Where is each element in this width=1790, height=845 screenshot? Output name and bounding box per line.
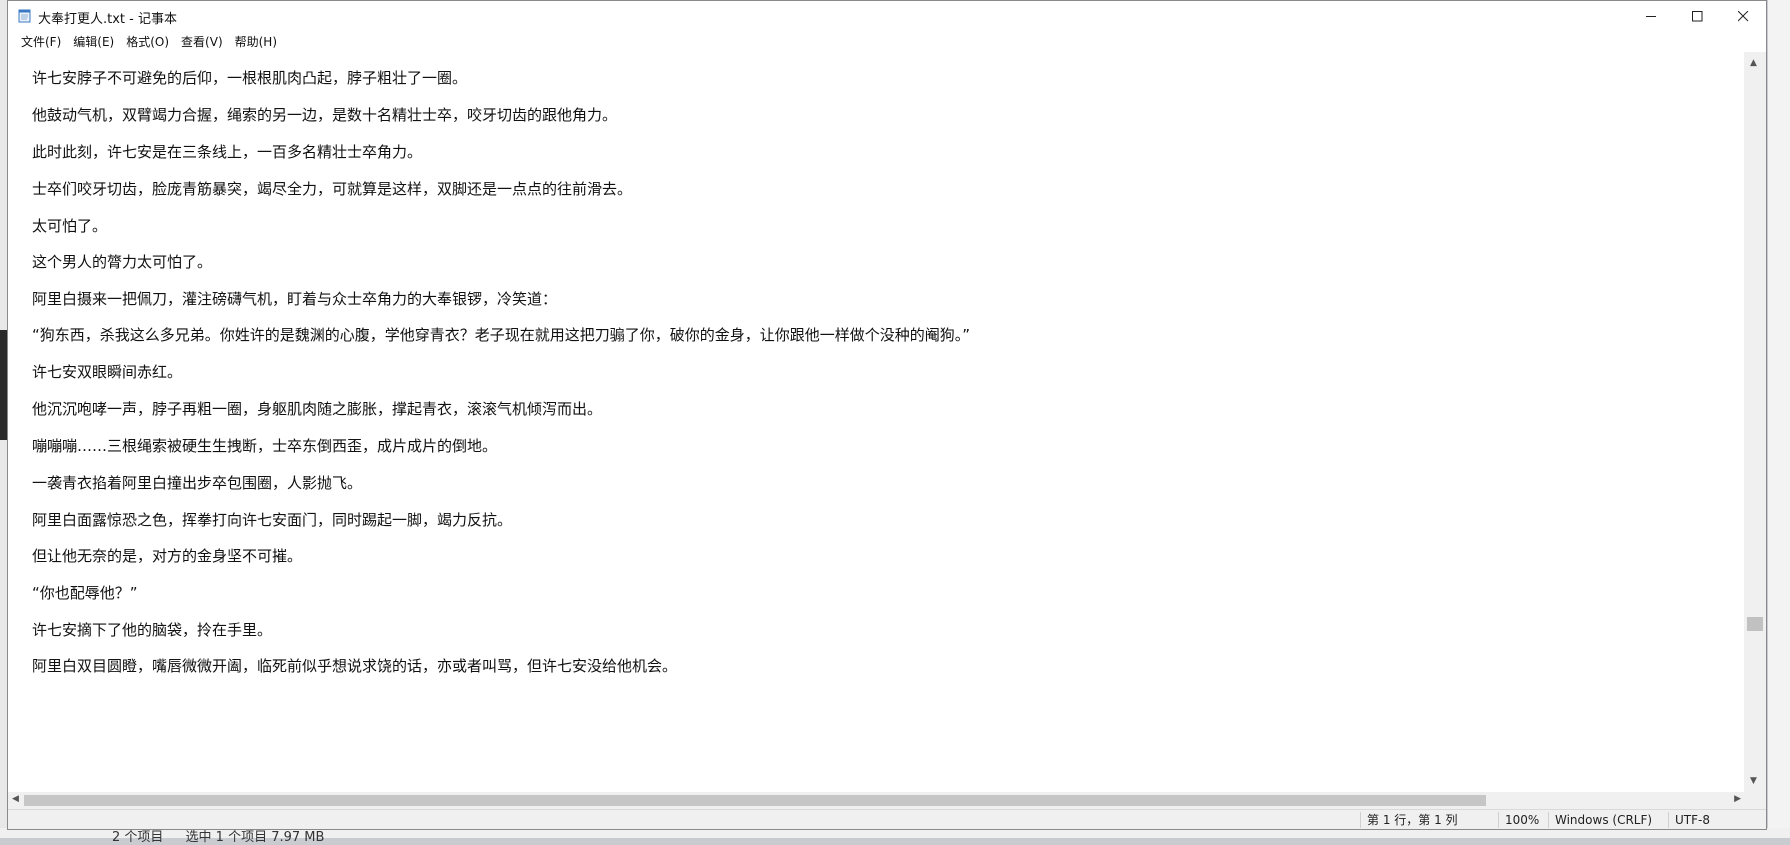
horizontal-scroll-thumb[interactable] [24,795,1486,806]
text-line: 阿里白摄来一把佩刀，灌注磅礴气机，盯着与众士卒角力的大奉银锣，冷笑道： [32,290,558,308]
menu-help[interactable]: 帮助(H) [229,32,283,51]
text-line: 士卒们咬牙切齿，脸庞青筋暴突，竭尽全力，可就算是这样，双脚还是一点点的往前滑去。 [32,180,633,198]
notepad-window: 大奉打更人.txt - 记事本 文件(F) 编辑(E) 格式(O) 查看(V) … [7,0,1767,830]
scrollbar-corner [1744,792,1766,809]
scroll-left-icon[interactable]: ◀ [12,794,19,804]
desktop-background-right [1768,0,1790,838]
status-cursor-position: 第 1 行，第 1 列 [1360,812,1458,828]
text-line: 这个男人的膂力太可怕了。 [32,253,213,271]
text-line: 阿里白双目圆瞪，嘴唇微微开阖，临死前似乎想说求饶的话，亦或者叫骂，但许七安没给他… [32,657,678,675]
vertical-scrollbar[interactable]: ▲ ▼ [1744,52,1766,792]
menu-view[interactable]: 查看(V) [175,32,229,51]
text-line: 许七安双眼瞬间赤红。 [32,363,183,381]
text-line: 他沉沉咆哮一声，脖子再粗一圈，身躯肌肉随之膨胀，撑起青衣，滚滚气机倾泻而出。 [32,400,603,418]
minimize-button[interactable] [1628,1,1674,32]
status-zoom: 100% [1498,812,1539,828]
text-line: 许七安摘下了他的脑袋，拎在手里。 [32,621,273,639]
text-line: “狗东西，杀我这么多兄弟。你姓许的是魏渊的心腹，学他穿青衣？老子现在就用这把刀骟… [32,326,971,344]
text-editor[interactable]: 许七安脖子不可避免的后仰，一根根肌肉凸起，脖子粗壮了一圈。 他鼓动气机，双臂竭力… [8,52,1745,792]
vertical-scroll-thumb[interactable] [1747,617,1763,631]
menu-edit[interactable]: 编辑(E) [67,32,120,51]
text-line: 嘣嘣嘣……三根绳索被硬生生拽断，士卒东倒西歪，成片成片的倒地。 [32,437,498,455]
text-line: “你也配辱他？” [32,584,138,602]
text-line: 许七安脖子不可避免的后仰，一根根肌肉凸起，脖子粗壮了一圈。 [32,69,468,87]
title-bar[interactable]: 大奉打更人.txt - 记事本 [8,1,1766,32]
text-line: 此时此刻，许七安是在三条线上，一百多名精壮士卒角力。 [32,143,423,161]
menu-bar: 文件(F) 编辑(E) 格式(O) 查看(V) 帮助(H) [8,32,1766,51]
window-title: 大奉打更人.txt - 记事本 [38,12,177,27]
minimize-icon [1645,16,1656,17]
status-encoding: UTF-8 [1668,812,1710,828]
horizontal-scrollbar[interactable]: ◀ ▶ [8,792,1745,809]
menu-format[interactable]: 格式(O) [120,32,175,51]
close-button[interactable] [1720,1,1766,32]
menu-file[interactable]: 文件(F) [15,32,67,51]
text-line: 他鼓动气机，双臂竭力合握，绳索的另一边，是数十名精壮士卒，咬牙切齿的跟他角力。 [32,106,618,124]
scroll-up-icon[interactable]: ▲ [1750,58,1757,68]
text-line: 一袭青衣掐着阿里白撞出步卒包围圈，人影抛飞。 [32,474,363,492]
text-line: 太可怕了。 [32,217,108,235]
maximize-icon [1691,11,1702,22]
close-icon [1737,11,1748,22]
text-line: 阿里白面露惊恐之色，挥拳打向许七安面门，同时踢起一脚，竭力反抗。 [32,511,513,529]
scroll-right-icon[interactable]: ▶ [1734,794,1741,804]
window-controls [1628,1,1766,32]
text-line: 但让他无奈的是，对方的金身坚不可摧。 [32,547,303,565]
status-bar: 第 1 行，第 1 列 100% Windows (CRLF) UTF-8 [8,809,1766,829]
status-line-ending: Windows (CRLF) [1548,812,1652,828]
maximize-button[interactable] [1674,1,1720,32]
notepad-icon [18,9,31,23]
scroll-down-icon[interactable]: ▼ [1750,776,1757,786]
